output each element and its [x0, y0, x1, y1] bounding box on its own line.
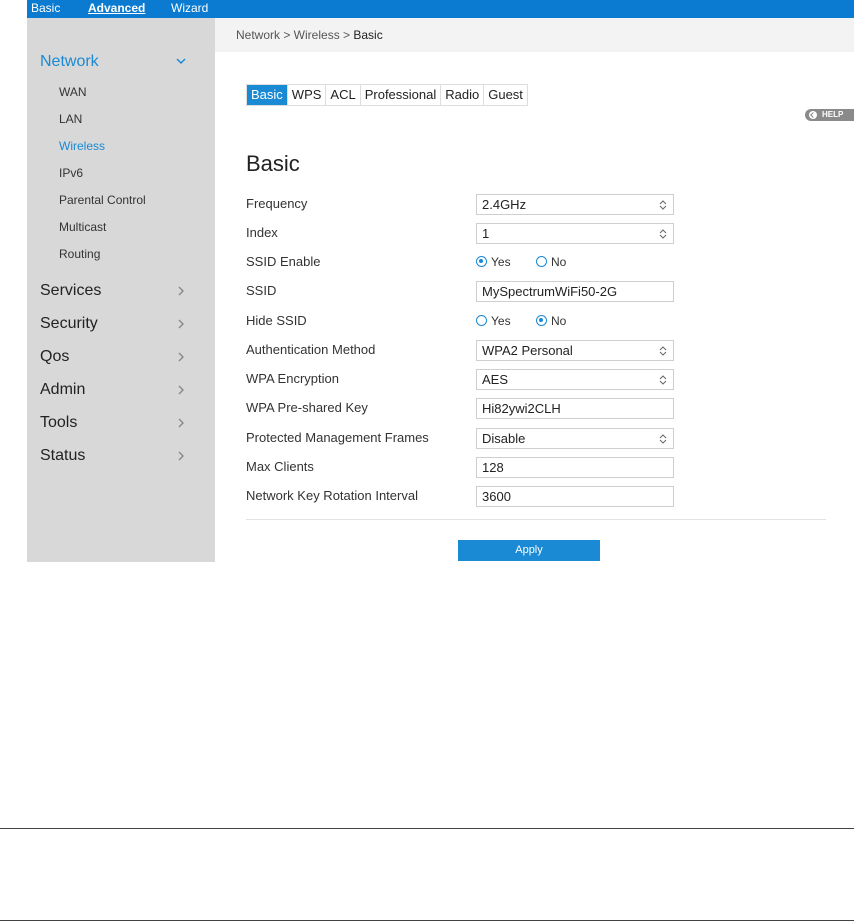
nav-tab-wizard[interactable]: Wizard	[171, 1, 208, 16]
tab-acl[interactable]: ACL	[326, 85, 361, 105]
chevron-down-icon	[176, 58, 186, 65]
sidebar-item-label: Status	[40, 447, 86, 464]
wpa-encryption-label: WPA Encryption	[246, 371, 339, 386]
pmf-label: Protected Management Frames	[246, 430, 429, 445]
nav-tab-basic[interactable]: Basic	[31, 1, 60, 16]
sidebar-item-status[interactable]: Status	[40, 447, 200, 465]
chevron-right-icon	[178, 352, 184, 362]
hide-ssid-no-radio[interactable]: No	[536, 314, 566, 328]
tab-guest[interactable]: Guest	[484, 85, 527, 105]
auth-method-select[interactable]: WPA2 Personal	[476, 340, 674, 361]
sidebar-item-network[interactable]: Network	[40, 53, 200, 71]
chevron-right-icon	[178, 451, 184, 461]
tab-professional[interactable]: Professional	[361, 85, 442, 105]
radio-label: Yes	[491, 314, 511, 328]
max-clients-label: Max Clients	[246, 459, 314, 474]
sidebar-subitem-wan[interactable]: WAN	[59, 85, 87, 99]
sidebar-item-label: Services	[40, 282, 102, 299]
page-title: Basic	[246, 151, 300, 176]
pmf-select[interactable]: Disable	[476, 428, 674, 449]
psk-input[interactable]: Hi82ywi2CLH	[476, 398, 674, 419]
tab-basic[interactable]: Basic	[247, 85, 288, 105]
chevron-right-icon	[178, 319, 184, 329]
chevron-right-icon	[178, 385, 184, 395]
hide-ssid-yes-radio[interactable]: Yes	[476, 314, 511, 328]
page-rule-top	[0, 828, 854, 829]
frequency-select[interactable]: 2.4GHz	[476, 194, 674, 215]
sidebar-item-label: Admin	[40, 381, 86, 398]
sidebar: Network WAN LAN Wireless IPv6 Parental C…	[27, 18, 215, 562]
psk-label: WPA Pre-shared Key	[246, 400, 368, 415]
hide-ssid-label: Hide SSID	[246, 313, 307, 328]
sidebar-item-label: Network	[40, 53, 99, 70]
radio-checked-icon	[476, 256, 487, 267]
ssid-enable-label: SSID Enable	[246, 254, 321, 269]
radio-checked-icon	[536, 315, 547, 326]
radio-unchecked-icon	[536, 256, 547, 267]
psk-value: Hi82ywi2CLH	[482, 401, 561, 416]
breadcrumb-current: Basic	[353, 28, 383, 42]
tab-radio[interactable]: Radio	[441, 85, 485, 105]
updown-arrows-icon	[659, 229, 667, 239]
sidebar-item-security[interactable]: Security	[40, 315, 200, 333]
sidebar-subitem-multicast[interactable]: Multicast	[59, 220, 106, 234]
sidebar-item-qos[interactable]: Qos	[40, 348, 200, 366]
page-rule-bottom	[0, 920, 854, 921]
sidebar-subitem-wireless[interactable]: Wireless	[59, 139, 105, 153]
ssid-input[interactable]: MySpectrumWiFi50-2G	[476, 281, 674, 302]
radio-label: No	[551, 255, 567, 269]
ssid-enable-yes-radio[interactable]: Yes	[476, 255, 511, 269]
radio-unchecked-icon	[476, 315, 487, 326]
sidebar-item-admin[interactable]: Admin	[40, 381, 200, 399]
sidebar-item-label: Tools	[40, 414, 78, 431]
apply-button[interactable]: Apply	[458, 540, 600, 561]
sidebar-item-label: Qos	[40, 348, 70, 365]
index-value: 1	[482, 226, 490, 241]
help-label: HELP	[822, 110, 844, 119]
wpa-encryption-select[interactable]: AES	[476, 369, 674, 390]
sidebar-subitem-parental-control[interactable]: Parental Control	[59, 193, 146, 207]
ssid-enable-no-radio[interactable]: No	[536, 255, 566, 269]
help-button[interactable]: HELP	[805, 109, 854, 121]
breadcrumb-bar: Network > Wireless > Basic	[215, 18, 854, 52]
chevron-right-icon	[178, 418, 184, 428]
key-rotation-value: 3600	[482, 489, 511, 504]
radio-label: Yes	[491, 255, 511, 269]
auth-method-label: Authentication Method	[246, 342, 376, 357]
updown-arrows-icon	[659, 346, 667, 356]
radio-label: No	[551, 314, 567, 328]
sidebar-item-services[interactable]: Services	[40, 282, 200, 300]
ssid-value: MySpectrumWiFi50-2G	[482, 284, 618, 299]
wpa-encryption-value: AES	[482, 372, 509, 387]
updown-arrows-icon	[659, 375, 667, 385]
top-nav-bar: Basic Advanced Wizard	[27, 0, 854, 18]
updown-arrows-icon	[659, 200, 667, 210]
updown-arrows-icon	[659, 434, 667, 444]
auth-method-value: WPA2 Personal	[482, 343, 573, 358]
frequency-value: 2.4GHz	[482, 197, 527, 212]
index-select[interactable]: 1	[476, 223, 674, 244]
tab-wps[interactable]: WPS	[288, 85, 327, 105]
index-label: Index	[246, 225, 278, 240]
pmf-value: Disable	[482, 431, 526, 446]
sidebar-subitem-routing[interactable]: Routing	[59, 247, 100, 261]
key-rotation-label: Network Key Rotation Interval	[246, 488, 418, 503]
sidebar-item-tools[interactable]: Tools	[40, 414, 200, 432]
max-clients-input[interactable]: 128	[476, 457, 674, 478]
wireless-subtabs: Basic WPS ACL Professional Radio Guest	[246, 84, 528, 106]
form-divider	[246, 519, 826, 520]
max-clients-value: 128	[482, 460, 504, 475]
sidebar-subitem-lan[interactable]: LAN	[59, 112, 82, 126]
sidebar-subitem-ipv6[interactable]: IPv6	[59, 166, 83, 180]
chevron-left-icon	[809, 111, 817, 119]
breadcrumb-path: Network > Wireless >	[236, 28, 354, 42]
frequency-label: Frequency	[246, 196, 308, 211]
nav-tab-advanced[interactable]: Advanced	[88, 1, 145, 16]
chevron-right-icon	[178, 286, 184, 296]
key-rotation-input[interactable]: 3600	[476, 486, 674, 507]
sidebar-item-label: Security	[40, 315, 98, 332]
ssid-label: SSID	[246, 283, 277, 298]
breadcrumb: Network > Wireless > Basic	[236, 28, 383, 42]
